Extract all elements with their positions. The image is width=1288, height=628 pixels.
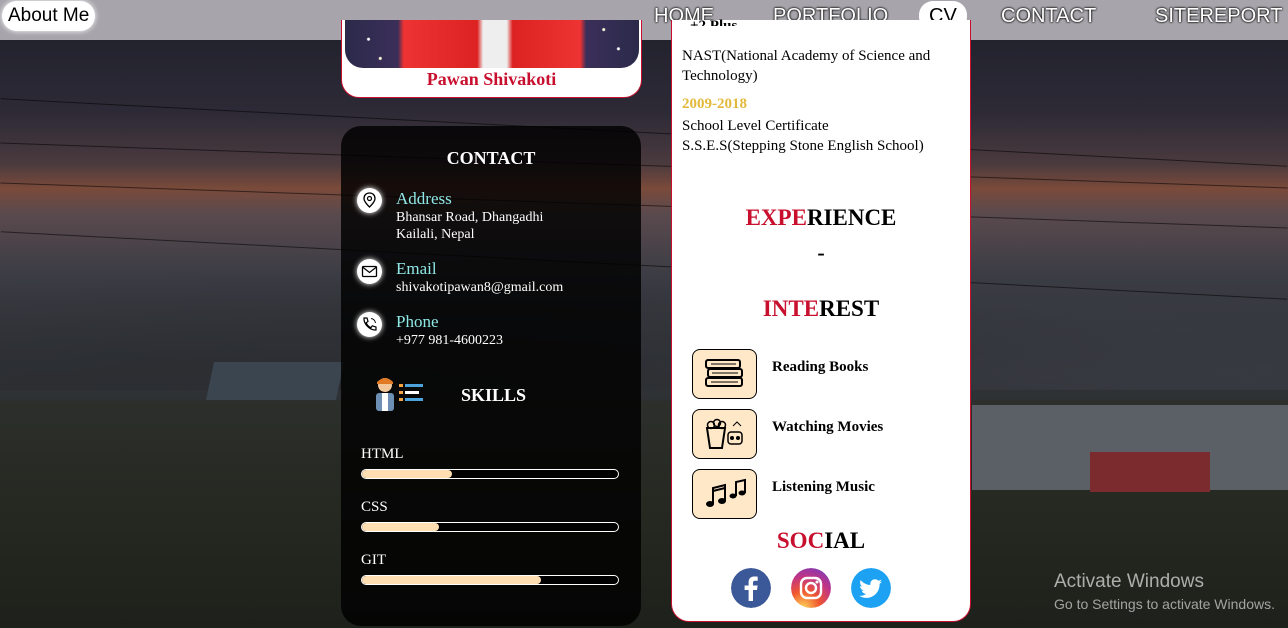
contact-card: CONTACT Address Bhansar Road, Dhangadhi … <box>341 126 641 626</box>
phone-value[interactable]: +977 981-4600223 <box>396 332 503 350</box>
background-house <box>205 362 345 400</box>
skill-fill-css <box>362 523 439 531</box>
skill-bar-css <box>361 522 619 532</box>
interest-movies: Watching Movies <box>772 419 884 435</box>
plus2-school-line2: Technology) <box>682 68 758 84</box>
skill-name-git: GIT <box>361 552 386 568</box>
instagram-icon[interactable] <box>791 568 831 608</box>
twitter-icon[interactable] <box>851 568 891 608</box>
interest-title: INTEREST <box>762 296 880 321</box>
skill-bar-html <box>361 469 619 479</box>
experience-content: - <box>817 240 825 265</box>
skill-name-css: CSS <box>361 499 388 515</box>
address-line1: Bhansar Road, Dhangadhi <box>396 210 544 225</box>
experience-title: EXPERIENCE <box>745 205 897 230</box>
music-notes-icon <box>692 469 757 519</box>
facebook-icon[interactable] <box>731 568 771 608</box>
interest-music: Listening Music <box>772 479 875 495</box>
education-cut-heading: +2 Plus <box>690 18 738 26</box>
background-wire <box>0 98 1288 167</box>
profile-card: Pawan Shivakoti <box>341 20 642 98</box>
slc-title: School Level Certificate <box>682 118 829 134</box>
profile-photo <box>345 20 639 68</box>
interest-reading: Reading Books <box>772 359 869 375</box>
skill-bar-git <box>361 575 619 585</box>
popcorn-icon <box>692 409 757 459</box>
skills-person-icon <box>376 378 423 411</box>
background-sign <box>1090 452 1210 492</box>
social-title: SOCIAL <box>776 528 866 553</box>
nav-contact[interactable]: CONTACT <box>1001 3 1096 29</box>
windows-activation-hint: Go to Settings to activate Windows. <box>1054 596 1275 612</box>
skill-fill-html <box>362 470 452 478</box>
envelope-icon <box>357 259 382 284</box>
windows-activation-title: Activate Windows <box>1054 571 1204 592</box>
education-year: 2009-2018 <box>682 96 747 112</box>
location-pin-icon <box>357 188 382 213</box>
address-label: Address <box>396 189 452 208</box>
profile-name: Pawan Shivakoti <box>426 69 557 89</box>
photo-background <box>345 20 639 68</box>
address-line2: Kailali, Nepal <box>396 227 475 242</box>
email-label: Email <box>396 259 437 278</box>
email-value[interactable]: shivakotipawan8@gmail.com <box>396 279 563 297</box>
books-icon <box>692 349 757 399</box>
phone-label: Phone <box>396 312 439 331</box>
brand-about-me[interactable]: About Me <box>2 1 96 31</box>
background-wire <box>0 182 1288 229</box>
background-wire <box>0 142 1288 189</box>
resume-card: +2 Plus NAST(National Academy of Science… <box>671 18 971 622</box>
nav-sitereport[interactable]: SITEREPORT <box>1155 3 1282 29</box>
skills-title: SKILLS <box>461 385 527 405</box>
skill-name-html: HTML <box>361 446 404 462</box>
top-navbar: About Me HOME PORTFOLIO CV CONTACT SITER… <box>0 0 1288 40</box>
contact-title: CONTACT <box>446 148 536 168</box>
slc-school: S.S.E.S(Stepping Stone English School) <box>682 138 924 154</box>
phone-icon <box>357 312 382 337</box>
plus2-school-line1: NAST(National Academy of Science and <box>682 48 931 64</box>
skill-fill-git <box>362 576 542 584</box>
